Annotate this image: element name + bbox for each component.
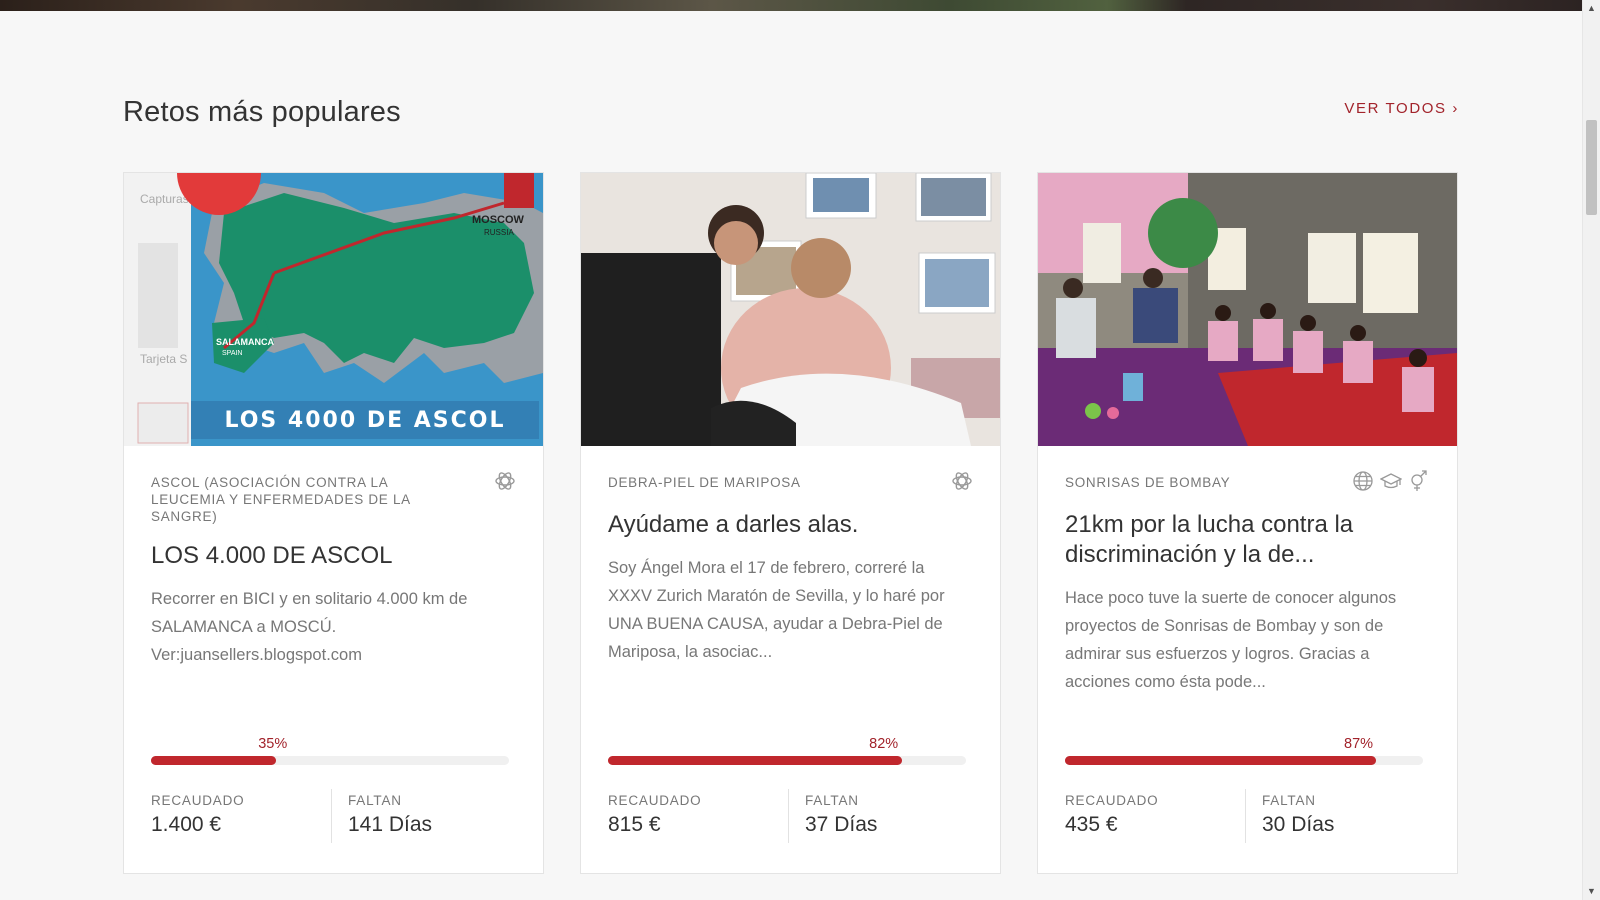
org-row: SONRISAS DE BOMBAY <box>1065 470 1430 494</box>
section-header: Retos más populares VER TODOS › <box>123 88 1459 138</box>
raised-label: RECAUDADO <box>608 793 702 808</box>
challenge-image[interactable] <box>1038 173 1457 446</box>
raised-stat: RECAUDADO 1.400 € <box>151 789 331 843</box>
map-label-city: SALAMANCA <box>216 337 274 347</box>
challenge-description: Soy Ángel Mora el 17 de febrero, correré… <box>608 559 945 661</box>
challenge-card[interactable]: DEBRA-PIEL DE MARIPOSA Ayúdame a darles … <box>580 172 1001 874</box>
progress-fill <box>151 756 277 765</box>
category-icons <box>1352 470 1430 492</box>
globe-icon <box>1352 470 1374 492</box>
challenge-title[interactable]: LOS 4.000 DE ASCOL <box>151 541 516 571</box>
progress: 35% <box>151 736 509 766</box>
see-all-link[interactable]: VER TODOS › <box>1344 100 1459 117</box>
progress-track <box>608 756 966 765</box>
photo-image <box>1038 173 1457 446</box>
progress-track <box>1065 756 1423 765</box>
map-label-city: MOSCOW <box>472 214 525 226</box>
gender-icon <box>1408 470 1430 492</box>
scroll-up-arrow-icon[interactable]: ▲ <box>1583 0 1600 17</box>
org-name[interactable]: DEBRA-PIEL DE MARIPOSA <box>608 474 973 491</box>
category-icons <box>494 470 516 492</box>
raised-value: 815 € <box>608 813 661 836</box>
challenge-image[interactable] <box>581 173 1000 446</box>
progress: 82% <box>608 736 966 766</box>
challenge-title[interactable]: Ayúdame a darles alas. <box>608 510 973 540</box>
map-label-country: SPAIN <box>222 350 243 357</box>
challenge-image[interactable]: Capturas Tarjeta S MOSCOW RUSSIA SALAMAN… <box>124 173 543 446</box>
raised-value: 1.400 € <box>151 813 222 836</box>
challenge-card-list: Capturas Tarjeta S MOSCOW RUSSIA SALAMAN… <box>123 172 1459 874</box>
progress-fill <box>608 756 902 765</box>
remaining-stat: FALTAN 30 Días <box>1245 789 1425 843</box>
remaining-label: FALTAN <box>805 793 859 808</box>
bg-label: Capturas <box>140 192 189 206</box>
section-title: Retos más populares <box>123 96 401 128</box>
vertical-scrollbar[interactable]: ▲ ▼ <box>1582 0 1600 900</box>
progress-percent: 87% <box>1344 736 1374 752</box>
org-row: DEBRA-PIEL DE MARIPOSA <box>608 472 973 494</box>
raised-stat: RECAUDADO 435 € <box>1065 789 1245 843</box>
org-row: ASCOL (ASOCIACIÓN CONTRA LA LEUCEMIA Y E… <box>151 472 516 525</box>
remaining-stat: FALTAN 37 Días <box>788 789 968 843</box>
challenge-description: Recorrer en BICI y en solitario 4.000 km… <box>151 590 468 664</box>
scroll-down-arrow-icon[interactable]: ▼ <box>1583 883 1600 900</box>
progress: 87% <box>1065 736 1423 766</box>
remaining-value: 30 Días <box>1262 813 1335 836</box>
raised-stat: RECAUDADO 815 € <box>608 789 788 843</box>
scroll-thumb[interactable] <box>1586 120 1597 215</box>
progress-percent: 35% <box>258 736 288 752</box>
stats: RECAUDADO 435 € FALTAN 30 Días <box>1065 789 1425 843</box>
atom-icon <box>494 470 516 492</box>
remaining-label: FALTAN <box>348 793 402 808</box>
progress-fill <box>1065 756 1377 765</box>
remaining-stat: FALTAN 141 Días <box>331 789 511 843</box>
challenge-card[interactable]: Capturas Tarjeta S MOSCOW RUSSIA SALAMAN… <box>123 172 544 874</box>
remaining-label: FALTAN <box>1262 793 1316 808</box>
challenge-description: Hace poco tuve la suerte de conocer algu… <box>1065 589 1397 691</box>
challenge-title[interactable]: 21km por la lucha contra la discriminaci… <box>1065 510 1430 570</box>
org-name[interactable]: ASCOL (ASOCIACIÓN CONTRA LA LEUCEMIA Y E… <box>151 474 516 525</box>
stats: RECAUDADO 815 € FALTAN 37 Días <box>608 789 968 843</box>
bg-label: Tarjeta S <box>140 352 187 366</box>
photo-image <box>581 173 1000 446</box>
stats: RECAUDADO 1.400 € FALTAN 141 Días <box>151 789 511 843</box>
progress-percent: 82% <box>869 736 899 752</box>
map-label-country: RUSSIA <box>484 228 514 237</box>
graduation-cap-icon <box>1379 470 1403 492</box>
atom-icon <box>951 470 973 492</box>
raised-value: 435 € <box>1065 813 1118 836</box>
hero-image-strip <box>0 0 1582 11</box>
map-image: Capturas Tarjeta S MOSCOW RUSSIA SALAMAN… <box>124 173 543 446</box>
category-icons <box>951 470 973 492</box>
popular-challenges-section: Retos más populares VER TODOS › Capturas… <box>123 88 1459 874</box>
map-banner: LOS 4000 DE ASCOL <box>224 408 505 433</box>
challenge-card[interactable]: SONRISAS DE BOMBAY 21km por la lucha con… <box>1037 172 1458 874</box>
remaining-value: 37 Días <box>805 813 878 836</box>
raised-label: RECAUDADO <box>151 793 245 808</box>
raised-label: RECAUDADO <box>1065 793 1159 808</box>
remaining-value: 141 Días <box>348 813 433 836</box>
progress-track <box>151 756 509 765</box>
